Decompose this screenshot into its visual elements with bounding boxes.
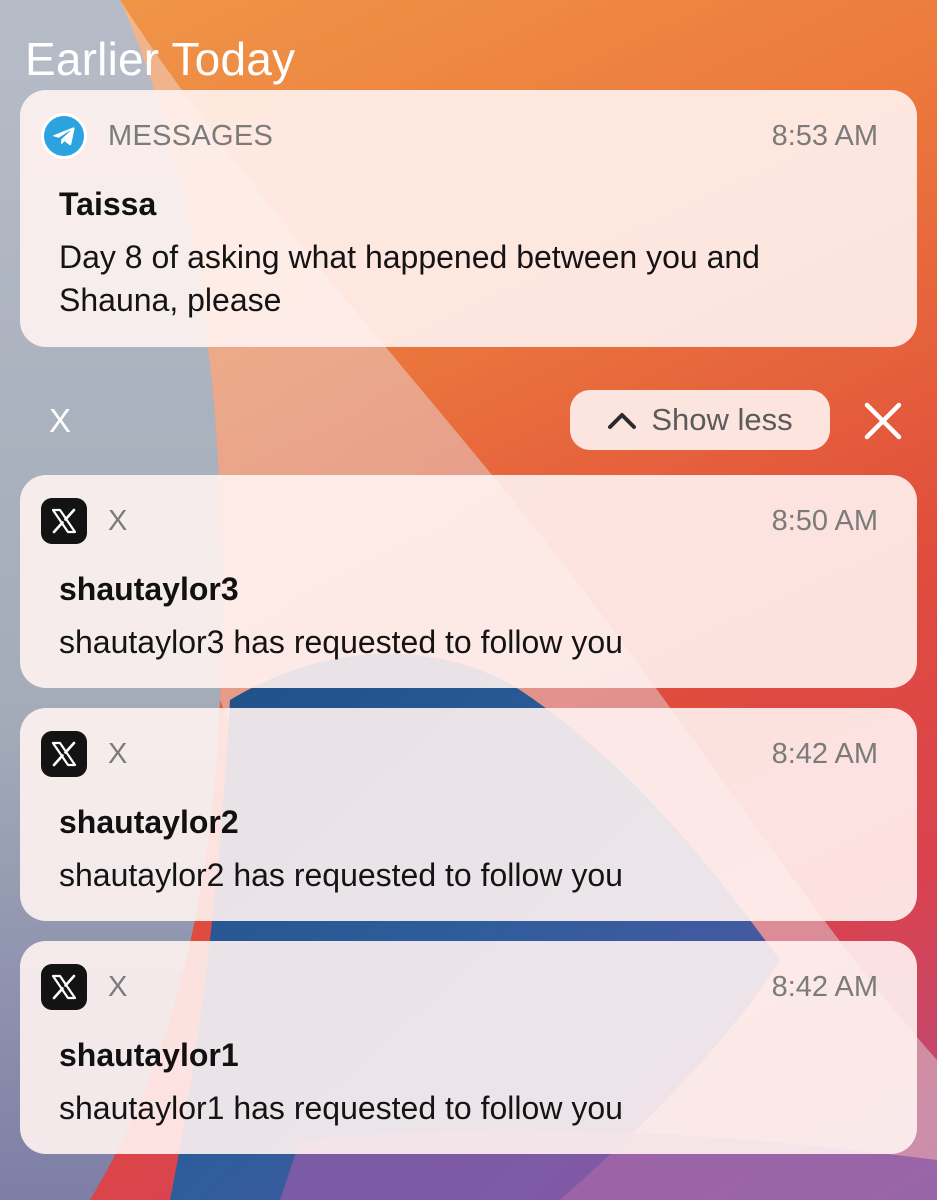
x-notification[interactable]: X 8:42 AM shautaylor1 shautaylor1 has re… (20, 941, 917, 1154)
notification-header: MESSAGES 8:53 AM (20, 90, 917, 180)
notification-time: 8:42 AM (771, 738, 878, 770)
group-label: X (49, 402, 72, 439)
x-notification[interactable]: X 8:50 AM shautaylor3 shautaylor3 has re… (20, 475, 917, 688)
notification-header: X 8:42 AM (20, 941, 917, 1031)
app-name: X (108, 505, 128, 537)
notification-body: shautaylor1 has requested to follow you (59, 1090, 623, 1126)
x-logo-icon (41, 498, 87, 544)
sender-name: shautaylor2 (59, 804, 239, 840)
close-icon[interactable] (862, 400, 904, 442)
notification-header: X 8:50 AM (20, 475, 917, 565)
x-logo-icon (41, 964, 87, 1010)
sender-name: shautaylor3 (59, 571, 239, 607)
notification-body: shautaylor2 has requested to follow you (59, 857, 623, 893)
lock-screen: Earlier Today MESSAGES 8:53 AM Taissa Da… (0, 0, 937, 1200)
notification-header: X 8:42 AM (20, 708, 917, 798)
show-less-button[interactable]: Show less (570, 390, 830, 450)
app-name: X (108, 971, 128, 1003)
x-logo-icon (41, 731, 87, 777)
notification-time: 8:50 AM (771, 505, 878, 537)
notification-group-controls: X Show less (0, 390, 937, 452)
x-notification[interactable]: X 8:42 AM shautaylor2 shautaylor2 has re… (20, 708, 917, 921)
messages-notification[interactable]: MESSAGES 8:53 AM Taissa Day 8 of asking … (20, 90, 917, 347)
notification-time: 8:53 AM (771, 120, 878, 152)
chevron-up-icon (608, 413, 637, 429)
notification-time: 8:42 AM (771, 971, 878, 1003)
app-name: X (108, 738, 128, 770)
telegram-icon (41, 113, 87, 159)
app-name: MESSAGES (108, 120, 274, 152)
show-less-label: Show less (651, 402, 793, 437)
notification-body: shautaylor3 has requested to follow you (59, 624, 623, 660)
sender-name: Taissa (59, 186, 157, 222)
message-body: Day 8 of asking what happened between yo… (59, 239, 760, 318)
sender-name: shautaylor1 (59, 1037, 239, 1073)
section-title: Earlier Today (25, 33, 296, 85)
